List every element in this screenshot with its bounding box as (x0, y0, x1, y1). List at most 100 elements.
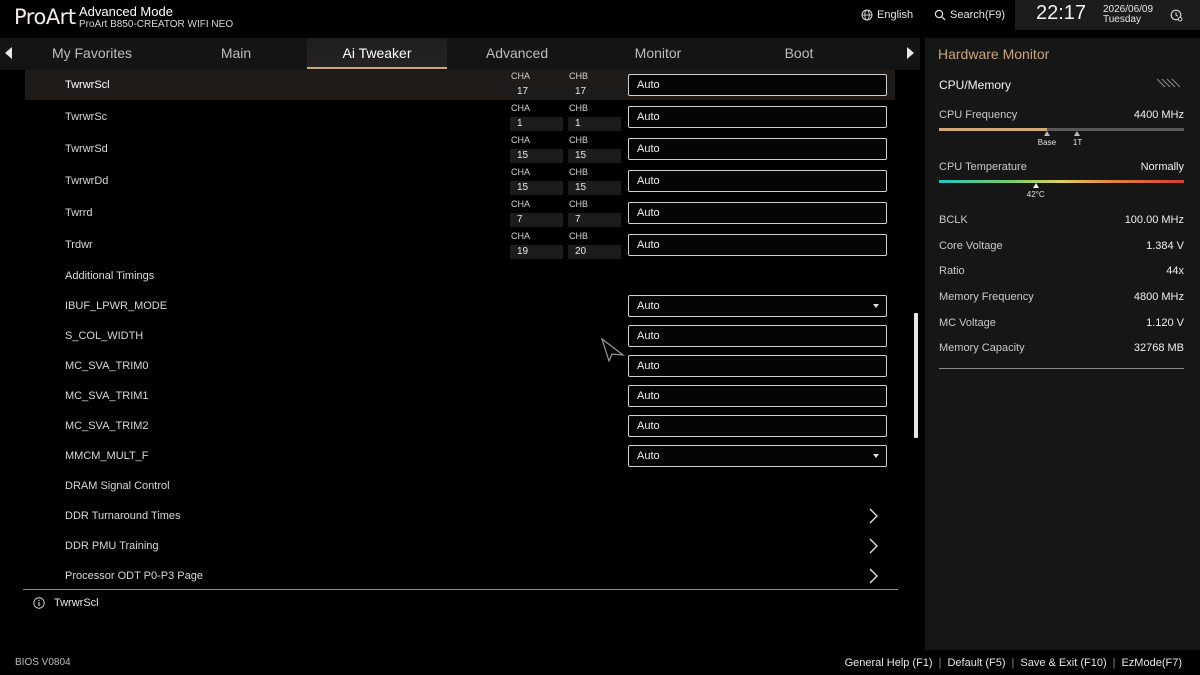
setting-row-twrwrdd[interactable]: TwrwrDd CHA 15 CHB 15 Auto (25, 166, 895, 196)
clock-settings-icon[interactable] (1170, 9, 1183, 22)
tab-monitor[interactable]: Monitor (588, 38, 728, 69)
proart-logo: ProArt (14, 5, 76, 29)
bios-version: BIOS V0804 (15, 657, 71, 668)
ezmode-button[interactable]: EzMode(F7) (1121, 657, 1182, 669)
weekday-value: Tuesday (1103, 14, 1141, 25)
hardware-monitor-panel: Hardware Monitor CPU/Memory CPU Frequenc… (925, 38, 1200, 650)
search-icon (934, 9, 946, 21)
hotkey-bar: General Help (F1) | Default (F5) | Save … (845, 657, 1182, 669)
dropdown-arrow-icon (873, 304, 879, 308)
tab-scroll-right-icon[interactable] (906, 47, 914, 59)
value-input[interactable]: Auto (628, 385, 887, 407)
setting-row-twrwrsc[interactable]: TwrwrSc CHA 1 CHB 1 Auto (25, 102, 895, 132)
setting-row-mc-sva-trim1[interactable]: MC_SVA_TRIM1 Auto (25, 381, 895, 411)
list-scrollbar[interactable] (914, 313, 918, 438)
submenu-ddr-turnaround-times[interactable]: DDR Turnaround Times (25, 501, 895, 531)
value-input[interactable]: Auto (628, 234, 887, 256)
setting-row-trdwr[interactable]: Trdwr CHA 19 CHB 20 Auto (25, 230, 895, 260)
clock-time: 22:17 (1036, 2, 1087, 24)
bclk-label: BCLK (939, 214, 968, 226)
dropdown-value: Auto (637, 300, 660, 312)
mc-voltage-value: 1.120 V (1146, 317, 1184, 329)
cpu-frequency-label: CPU Frequency (939, 109, 1018, 121)
general-help-button[interactable]: General Help (F1) (845, 657, 933, 669)
search-label: Search(F9) (950, 9, 1006, 21)
setting-row-mc-sva-trim2[interactable]: MC_SVA_TRIM2 Auto (25, 411, 895, 441)
temperature-marker-icon (1032, 183, 1039, 188)
cha-value: CHA 15 (510, 167, 563, 195)
chb-value: CHB 15 (568, 167, 621, 195)
value-input[interactable]: Auto (628, 415, 887, 437)
cpu-frequency-bar (939, 128, 1184, 131)
value-input[interactable]: Auto (628, 355, 887, 377)
tab-boot[interactable]: Boot (729, 38, 869, 69)
mode-title: Advanced Mode (79, 4, 173, 19)
top-bar: ProArt Advanced Mode ProArt B850-CREATOR… (0, 0, 1200, 38)
setting-label: IBUF_LPWR_MODE (65, 300, 168, 312)
core-voltage-value: 1.384 V (1146, 240, 1184, 252)
language-label: English (877, 9, 914, 21)
memory-capacity-label: Memory Capacity (939, 342, 1025, 354)
value-input[interactable]: Auto (628, 325, 887, 347)
setting-label: TwrwrScl (65, 79, 110, 91)
tab-advanced[interactable]: Advanced (447, 38, 587, 69)
value-dropdown[interactable]: Auto (628, 295, 887, 317)
setting-row-mc-sva-trim0[interactable]: MC_SVA_TRIM0 Auto (25, 351, 895, 381)
board-name: ProArt B850-CREATOR WIFI NEO (79, 19, 234, 30)
setting-label: TwrwrSd (65, 143, 108, 155)
memory-frequency-label: Memory Frequency (939, 291, 1034, 303)
chevron-right-icon (869, 508, 878, 524)
setting-label: MMCM_MULT_F (65, 450, 149, 462)
chb-value: CHB 15 (568, 135, 621, 163)
settings-list: TwrwrScl CHA 17 CHB 17 Auto TwrwrSc CHA 1 C… (0, 70, 920, 650)
tab-ai-tweaker[interactable]: Ai Tweaker (307, 38, 447, 69)
ratio-label: Ratio (939, 265, 965, 277)
setting-row-twrwrsd[interactable]: TwrwrSd CHA 15 CHB 15 Auto (25, 134, 895, 164)
value-input[interactable]: Auto (628, 202, 887, 224)
submenu-label: Processor ODT P0-P3 Page (65, 570, 203, 582)
hardware-monitor-divider (939, 368, 1184, 369)
setting-row-s-col-width[interactable]: S_COL_WIDTH Auto (25, 321, 895, 351)
value-input[interactable]: Auto (628, 106, 887, 128)
main-tabs: My Favorites Main Ai Tweaker Advanced Mo… (0, 38, 920, 70)
save-exit-button[interactable]: Save & Exit (F10) (1020, 657, 1106, 669)
dropdown-arrow-icon (873, 454, 879, 458)
setting-label: TwrwrDd (65, 175, 109, 187)
search-button[interactable]: Search(F9) (934, 9, 1005, 21)
setting-row-ibuf-lpwr-mode[interactable]: IBUF_LPWR_MODE Auto (25, 291, 895, 321)
setting-row-twrwrscl[interactable]: TwrwrScl CHA 17 CHB 17 Auto (25, 70, 895, 100)
cpu-frequency-bar-fill (939, 128, 1047, 131)
section-header-additional-timings: Additional Timings (25, 261, 895, 291)
setting-row-twrrd[interactable]: Twrrd CHA 7 CHB 7 Auto (25, 198, 895, 228)
help-bar: TwrwrScl (33, 597, 99, 609)
cha-value: CHA 15 (510, 135, 563, 163)
value-dropdown[interactable]: Auto (628, 445, 887, 467)
section-label: Additional Timings (65, 270, 155, 282)
cpu-temperature-bar (939, 180, 1184, 183)
bclk-value: 100.00 MHz (1124, 214, 1184, 226)
submenu-processor-odt-page[interactable]: Processor ODT P0-P3 Page (25, 561, 895, 591)
submenu-ddr-pmu-training[interactable]: DDR PMU Training (25, 531, 895, 561)
setting-label: Trdwr (65, 239, 93, 251)
setting-label: MC_SVA_TRIM0 (65, 360, 149, 372)
1t-marker-label: 1T (1072, 138, 1083, 147)
section-header-dram-signal-control: DRAM Signal Control (25, 471, 895, 501)
chevron-right-icon (869, 568, 878, 584)
default-button[interactable]: Default (F5) (947, 657, 1005, 669)
clock-panel[interactable]: 22:17 2026/06/09 Tuesday (1015, 0, 1200, 30)
section-label: DRAM Signal Control (65, 480, 170, 492)
language-button[interactable]: English (861, 9, 913, 21)
setting-row-mmcm-mult-f[interactable]: MMCM_MULT_F Auto (25, 441, 895, 471)
tab-my-favorites[interactable]: My Favorites (22, 38, 162, 69)
tab-scroll-left-icon[interactable] (5, 47, 13, 59)
bottom-bar: BIOS V0804 General Help (F1) | Default (… (0, 650, 1200, 675)
cha-value: CHA 7 (510, 199, 563, 227)
value-input[interactable]: Auto (628, 138, 887, 160)
chb-value: CHB 17 (568, 71, 621, 99)
tab-main[interactable]: Main (166, 38, 306, 69)
value-input[interactable]: Auto (628, 74, 887, 96)
value-input[interactable]: Auto (628, 170, 887, 192)
separator: | (1112, 657, 1116, 669)
collapse-stripes-icon[interactable] (1157, 78, 1183, 88)
cpu-memory-section-title: CPU/Memory (939, 78, 1012, 92)
